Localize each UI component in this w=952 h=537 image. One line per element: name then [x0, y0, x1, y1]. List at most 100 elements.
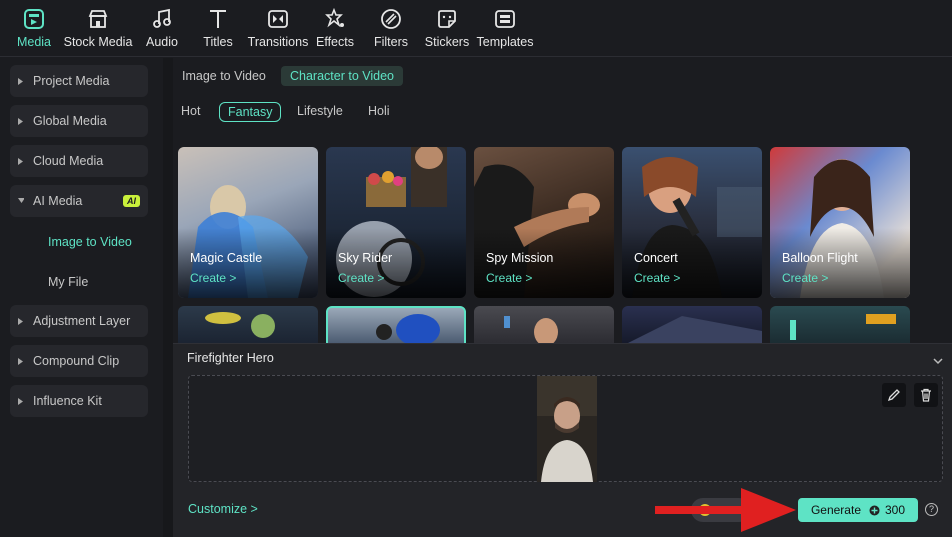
generate-credits: 300	[885, 503, 906, 517]
transitions-icon	[267, 8, 289, 30]
sidebar-divider	[163, 58, 173, 537]
card-thumbnail	[504, 316, 558, 343]
template-card-row2-3[interactable]	[474, 306, 614, 343]
template-card-row2-5[interactable]	[770, 306, 910, 343]
filters-icon	[380, 8, 402, 30]
sidebar: Project Media Global Media Cloud Media A…	[0, 58, 163, 537]
generate-button[interactable]: Generate 300	[798, 498, 918, 522]
chevron-down-icon[interactable]	[932, 353, 944, 365]
card-title: Spy Mission	[486, 251, 554, 265]
tab-titles-label: Titles	[203, 35, 233, 49]
top-toolbar: Media Stock Media Audio Titles Transitio…	[0, 0, 952, 57]
stickers-icon	[436, 8, 458, 30]
caret-right-icon	[18, 117, 24, 125]
caret-down-icon	[18, 198, 24, 204]
tab-filters[interactable]: Filters	[362, 0, 420, 49]
sidebar-item-adjustment-layer[interactable]: Adjustment Layer	[10, 305, 148, 337]
tab-effects[interactable]: Effects	[308, 0, 362, 49]
card-thumbnail	[628, 316, 762, 343]
sidebar-item-project-media[interactable]: Project Media	[10, 65, 148, 97]
ai-badge: AI	[123, 195, 140, 207]
card-title: Balloon Flight	[782, 251, 858, 265]
tab-templates[interactable]: Templates	[474, 0, 536, 49]
mode-character-to-video[interactable]: Character to Video	[281, 66, 403, 86]
tab-stock-media[interactable]: Stock Media	[60, 0, 136, 49]
card-create-link[interactable]: Create >	[634, 271, 680, 285]
annotation-arrow-icon	[655, 488, 796, 532]
card-title: Magic Castle	[190, 251, 263, 265]
template-card-row2-2[interactable]	[326, 306, 466, 343]
tab-stickers[interactable]: Stickers	[420, 0, 474, 49]
credit-icon	[869, 505, 880, 515]
card-create-link[interactable]: Create >	[338, 271, 384, 285]
help-icon[interactable]: ?	[925, 503, 938, 516]
tag-holi[interactable]: Holi	[360, 102, 398, 122]
card-thumbnail	[205, 312, 275, 338]
template-card-row2-1[interactable]	[178, 306, 318, 343]
sidebar-subitem-image-to-video[interactable]: Image to Video	[48, 235, 132, 249]
sidebar-item-label: Adjustment Layer	[33, 314, 131, 328]
tag-lifestyle[interactable]: Lifestyle	[289, 102, 351, 122]
template-card-row2-4[interactable]	[622, 306, 762, 343]
tab-audio[interactable]: Audio	[136, 0, 188, 49]
card-create-link[interactable]: Create >	[486, 271, 532, 285]
sidebar-subitem-my-file[interactable]: My File	[48, 275, 88, 289]
media-icon	[23, 8, 45, 30]
sidebar-item-label: Cloud Media	[33, 154, 104, 168]
sidebar-item-label: AI Media	[33, 194, 83, 208]
content-area: Image to Video Character to Video Hot Fa…	[173, 58, 952, 343]
tab-transitions[interactable]: Transitions	[248, 0, 308, 49]
template-card-balloon-flight[interactable]: Balloon Flight Create >	[770, 147, 910, 298]
trash-icon	[921, 388, 931, 402]
sidebar-item-label: Global Media	[33, 114, 107, 128]
panel-title: Firefighter Hero	[187, 351, 274, 365]
tab-effects-label: Effects	[316, 35, 354, 49]
tab-stock-media-label: Stock Media	[63, 35, 133, 49]
pencil-icon	[887, 389, 900, 402]
sidebar-item-label: Project Media	[33, 74, 110, 88]
music-note-icon	[151, 8, 173, 30]
titles-icon	[207, 8, 229, 30]
card-title: Sky Rider	[338, 251, 393, 265]
sidebar-item-influence-kit[interactable]: Influence Kit	[10, 385, 148, 417]
tab-media[interactable]: Media	[8, 0, 60, 49]
sidebar-item-ai-media[interactable]: AI Media AI	[10, 185, 148, 217]
caret-right-icon	[18, 357, 24, 365]
card-create-link[interactable]: Create >	[190, 271, 236, 285]
card-title: Concert	[634, 251, 678, 265]
edit-button[interactable]	[882, 383, 906, 407]
tag-hot[interactable]: Hot	[173, 102, 208, 122]
tab-audio-label: Audio	[146, 35, 178, 49]
tab-stickers-label: Stickers	[424, 35, 470, 49]
sidebar-item-global-media[interactable]: Global Media	[10, 105, 148, 137]
uploaded-photo	[537, 376, 597, 482]
caret-right-icon	[18, 157, 24, 165]
template-card-sky-rider[interactable]: Sky Rider Create >	[326, 147, 466, 298]
card-create-link[interactable]: Create >	[782, 271, 828, 285]
stock-media-icon	[87, 8, 109, 30]
template-card-magic-castle[interactable]: Magic Castle Create >	[178, 147, 318, 298]
sidebar-item-compound-clip[interactable]: Compound Clip	[10, 345, 148, 377]
tab-filters-label: Filters	[373, 35, 409, 49]
effects-icon	[324, 8, 346, 30]
caret-right-icon	[18, 397, 24, 405]
sidebar-item-cloud-media[interactable]: Cloud Media	[10, 145, 148, 177]
card-thumbnail	[790, 314, 896, 340]
tab-media-label: Media	[16, 35, 52, 49]
customize-link[interactable]: Customize >	[188, 502, 258, 516]
mode-image-to-video[interactable]: Image to Video	[173, 66, 275, 86]
upload-drop-area[interactable]	[188, 375, 943, 482]
tab-templates-label: Templates	[476, 35, 534, 49]
card-thumbnail	[376, 314, 440, 343]
tab-transitions-label: Transitions	[247, 35, 309, 49]
templates-icon	[494, 8, 516, 30]
caret-right-icon	[18, 77, 24, 85]
generate-label: Generate	[810, 503, 861, 517]
character-panel: Firefighter Hero Customize > Generate 30…	[173, 343, 952, 537]
delete-button[interactable]	[914, 383, 938, 407]
template-card-concert[interactable]: Concert Create >	[622, 147, 762, 298]
template-card-spy-mission[interactable]: Spy Mission Create >	[474, 147, 614, 298]
tab-titles[interactable]: Titles	[188, 0, 248, 49]
tag-fantasy[interactable]: Fantasy	[219, 102, 282, 122]
person-photo-icon	[537, 376, 597, 482]
